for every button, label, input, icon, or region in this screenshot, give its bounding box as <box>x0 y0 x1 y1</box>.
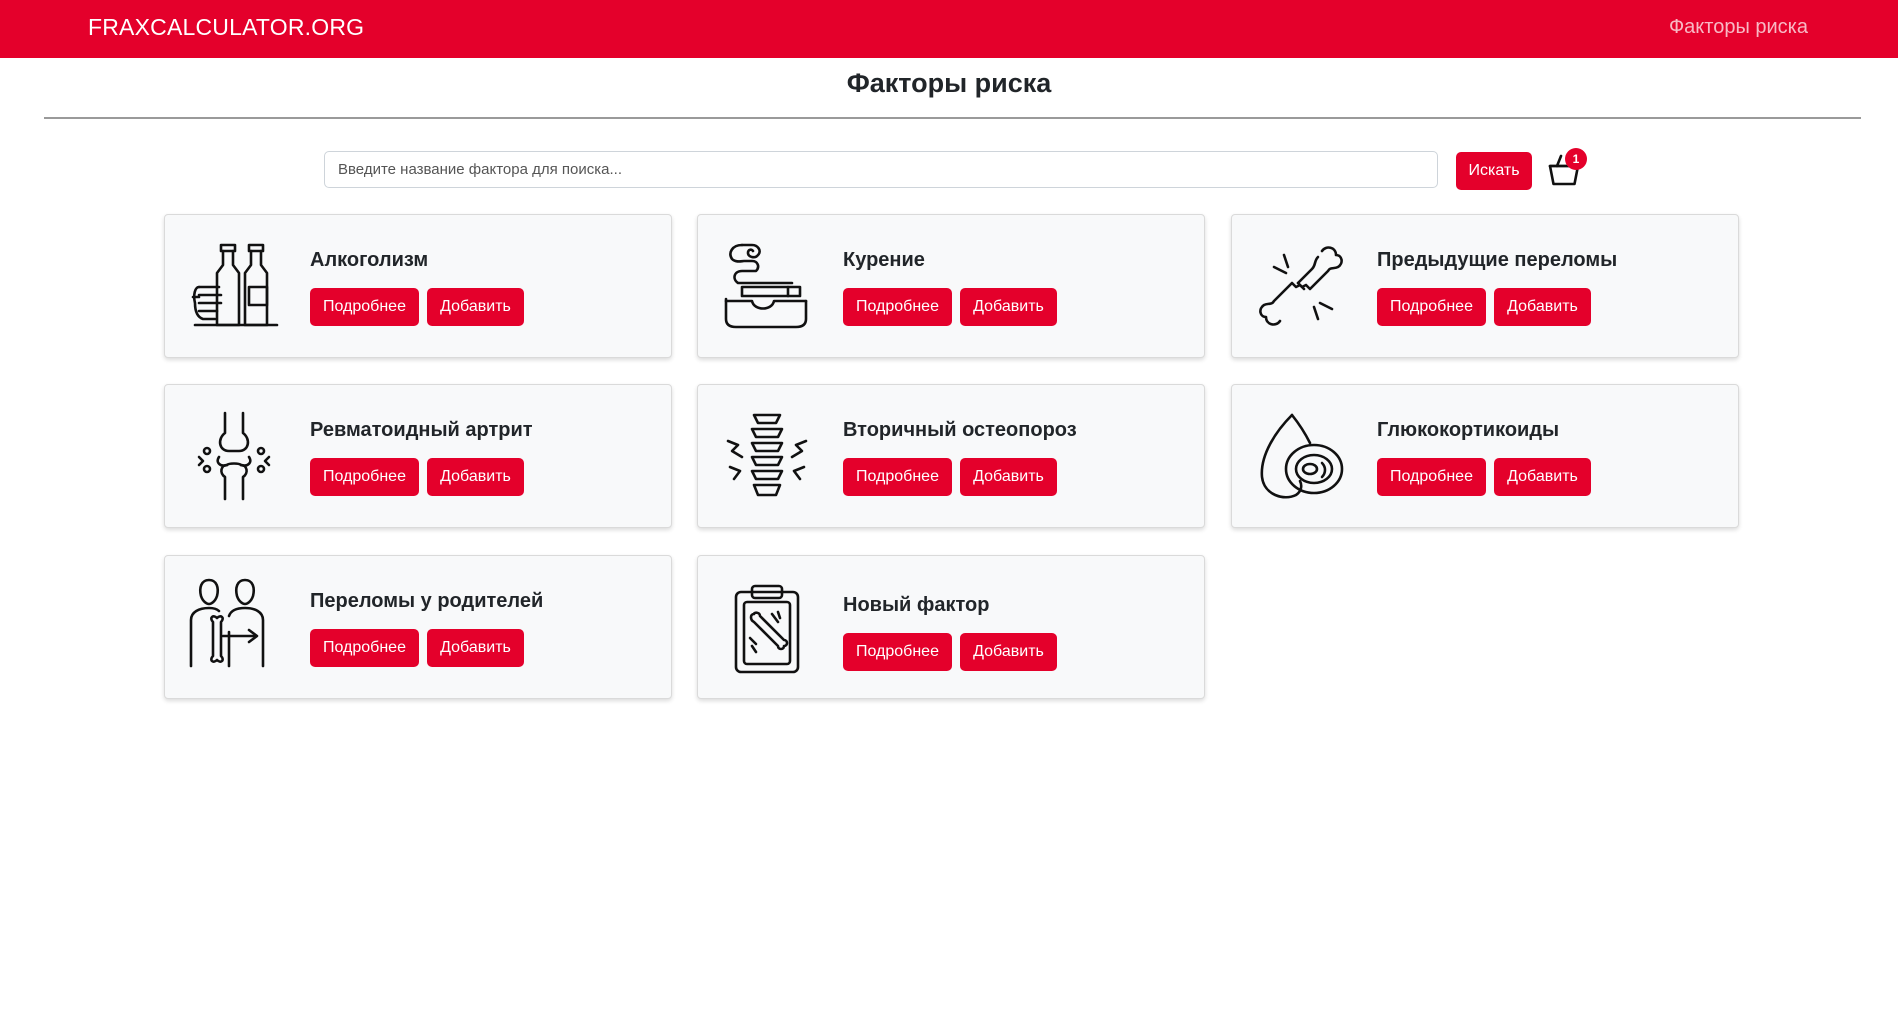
risk-factor-card-new-factor: Новый фактор Подробнее Добавить <box>697 555 1205 699</box>
top-navbar: FRAXCALCULATOR.ORG Факторы риска <box>0 0 1898 58</box>
details-button[interactable]: Подробнее <box>1377 458 1486 496</box>
risk-factor-card-rheumatoid-arthritis: Ревматоидный артрит Подробнее Добавить <box>164 384 672 528</box>
page-title: Факторы риска <box>846 68 1052 98</box>
details-button[interactable]: Подробнее <box>843 633 952 671</box>
alcohol-bottles-icon <box>189 241 279 331</box>
clipboard-bone-icon <box>722 584 812 674</box>
card-title: Вторичный остеопороз <box>843 419 1077 441</box>
risk-factor-card-glucocorticoids: Глюкокортикоиды Подробнее Добавить <box>1231 384 1739 528</box>
card-title: Алкоголизм <box>310 249 429 271</box>
risk-factor-card-smoking: Курение Подробнее Добавить <box>697 214 1205 358</box>
nav-link-risk-factors[interactable]: Факторы риска <box>1669 16 1808 39</box>
add-button[interactable]: Добавить <box>427 458 524 496</box>
risk-factor-card-previous-fractures: Предыдущие переломы Подробнее Добавить <box>1231 214 1739 358</box>
title-divider <box>44 117 1861 119</box>
search-input[interactable] <box>324 151 1438 188</box>
search-button[interactable]: Искать <box>1456 152 1532 190</box>
risk-factor-card-parental-fractures: Переломы у родителей Подробнее Добавить <box>164 555 672 699</box>
parents-bone-icon <box>189 576 279 668</box>
cart-count-badge: 1 <box>1565 148 1587 170</box>
smoking-icon <box>722 241 812 331</box>
add-button[interactable]: Добавить <box>427 629 524 667</box>
details-button[interactable]: Подробнее <box>310 629 419 667</box>
add-button[interactable]: Добавить <box>960 458 1057 496</box>
card-title: Предыдущие переломы <box>1377 249 1618 271</box>
risk-factor-card-alcoholism: Алкоголизм Подробнее Добавить <box>164 214 672 358</box>
add-button[interactable]: Добавить <box>1494 458 1591 496</box>
card-title: Курение <box>843 249 925 271</box>
adrenal-gland-icon <box>1256 411 1346 501</box>
details-button[interactable]: Подробнее <box>1377 288 1486 326</box>
add-button[interactable]: Добавить <box>960 288 1057 326</box>
add-button[interactable]: Добавить <box>427 288 524 326</box>
broken-bone-icon <box>1256 241 1346 331</box>
card-title: Ревматоидный артрит <box>310 419 533 441</box>
brand-logo-link[interactable]: FRAXCALCULATOR.ORG <box>88 14 364 41</box>
card-title: Глюкокортикоиды <box>1377 419 1560 441</box>
details-button[interactable]: Подробнее <box>310 288 419 326</box>
card-title: Переломы у родителей <box>310 590 544 612</box>
details-button[interactable]: Подробнее <box>843 288 952 326</box>
details-button[interactable]: Подробнее <box>843 458 952 496</box>
add-button[interactable]: Добавить <box>1494 288 1591 326</box>
details-button[interactable]: Подробнее <box>310 458 419 496</box>
add-button[interactable]: Добавить <box>960 633 1057 671</box>
knee-joint-icon <box>189 411 279 501</box>
card-title: Новый фактор <box>843 594 990 616</box>
risk-factor-card-secondary-osteoporosis: Вторичный остеопороз Подробнее Добавить <box>697 384 1205 528</box>
spine-icon <box>722 411 812 501</box>
